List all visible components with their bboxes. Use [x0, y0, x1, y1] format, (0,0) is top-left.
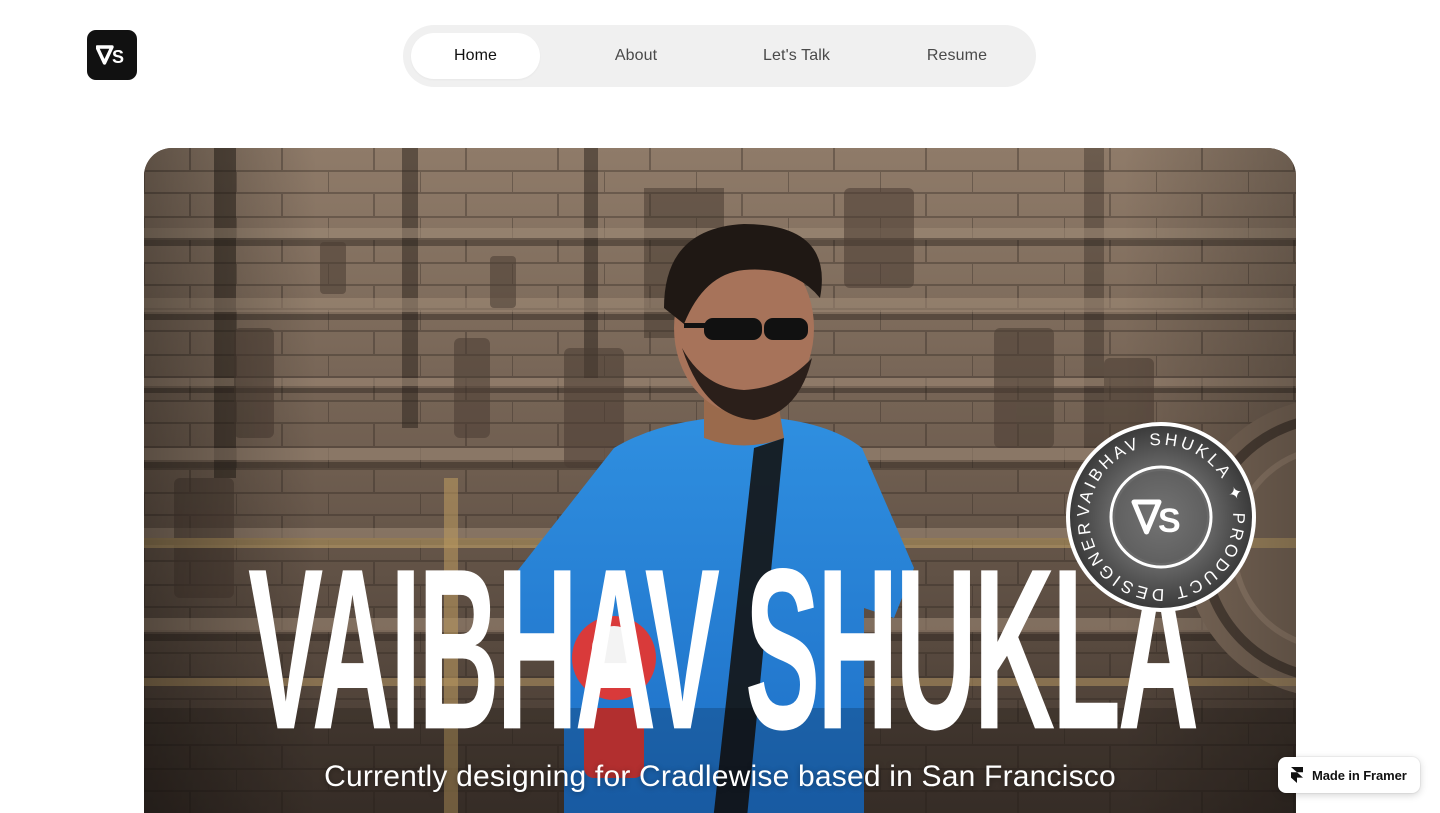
svg-text:S: S — [1158, 502, 1181, 540]
main-nav: Home About Let's Talk Resume — [403, 25, 1036, 87]
hero-name-heading: VAIBHAV SHUKLA — [248, 521, 1205, 777]
nav-item-resume[interactable]: Resume — [893, 33, 1022, 79]
nav-item-home[interactable]: Home — [411, 33, 540, 79]
hero-card: VAIBHAV SHUKLA VAIBHAV SHUKLA ✦ PRODUCT … — [144, 148, 1296, 813]
hero-tagline: Currently designing for Cradlewise based… — [324, 760, 1116, 793]
nav-item-lets-talk[interactable]: Let's Talk — [732, 33, 861, 79]
svg-text:S: S — [112, 47, 124, 66]
svg-text:VAIBHAV SHUKLA: VAIBHAV SHUKLA — [248, 521, 1197, 777]
page: S Home About Let's Talk Resume VAIBHAV S… — [0, 0, 1440, 813]
made-in-framer-label: Made in Framer — [1312, 767, 1407, 783]
product-designer-stamp-badge: VAIBHAV SHUKLA ✦ PRODUCT DESIGNER ✦ S — [1064, 420, 1256, 612]
logo-home-link[interactable]: S — [87, 30, 137, 80]
vs-monogram-icon: S — [96, 45, 124, 66]
nav-item-about[interactable]: About — [572, 33, 701, 79]
made-in-framer-badge[interactable]: Made in Framer — [1278, 757, 1420, 793]
framer-icon — [1291, 767, 1303, 783]
